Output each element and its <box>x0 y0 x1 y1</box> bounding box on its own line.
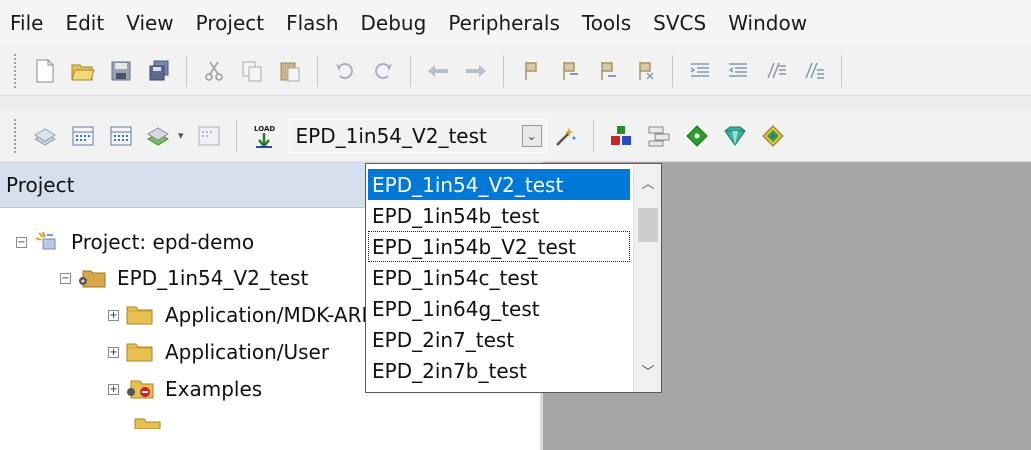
collapse-icon[interactable]: − <box>60 272 71 284</box>
menu-peripherals[interactable]: Peripherals <box>437 11 571 35</box>
target-select[interactable]: EPD_1in54_V2_test ⌄ <box>288 118 547 153</box>
tree-item-project[interactable]: − Project: epd-demo <box>16 225 254 259</box>
tree-item-group[interactable]: + Examples <box>108 372 262 406</box>
menu-tools[interactable]: Tools <box>571 11 642 35</box>
menu-project[interactable]: Project <box>185 11 275 35</box>
batch-build-icon[interactable] <box>146 123 172 149</box>
select-packs-icon[interactable] <box>684 123 710 149</box>
save-all-icon[interactable] <box>146 58 172 84</box>
toolbar-separator <box>503 54 504 87</box>
uncomment-icon[interactable] <box>801 58 827 84</box>
paste-icon[interactable] <box>277 58 303 84</box>
menu-svcs[interactable]: SVCS <box>642 11 717 35</box>
toolbar-grip[interactable] <box>14 118 18 153</box>
pack-installer-icon[interactable] <box>722 123 748 149</box>
expand-icon[interactable]: + <box>108 346 119 358</box>
chevron-down-icon[interactable]: ▾ <box>178 129 184 142</box>
tree-item-partial[interactable] <box>133 412 173 432</box>
menu-bar: File Edit View Project Flash Debug Perip… <box>0 0 1031 46</box>
toolbar-gap <box>0 96 1031 110</box>
cut-icon[interactable] <box>201 58 227 84</box>
project-icon <box>33 229 61 255</box>
excluded-folder-icon <box>125 378 155 400</box>
toolbar-separator <box>672 54 673 87</box>
target-option[interactable]: EPD_2in7_test <box>368 324 630 355</box>
scroll-up-icon[interactable]: ︿ <box>634 170 662 194</box>
target-option[interactable]: EPD_1in64g_test <box>368 293 630 324</box>
manage-components-icon[interactable] <box>608 123 634 149</box>
tree-item-label: Application/User <box>165 340 330 364</box>
bookmark-icon[interactable] <box>518 58 544 84</box>
menu-window[interactable]: Window <box>717 11 818 35</box>
stop-build-icon[interactable] <box>196 123 222 149</box>
target-dropdown-list: EPD_1in54_V2_test EPD_1in54b_test EPD_1i… <box>365 163 662 393</box>
build-toolbar: ▾ LOAD EPD_1in54_V2_test ⌄ <box>0 110 1031 162</box>
toolbar-separator <box>410 54 411 87</box>
tree-item-label: Examples <box>165 377 263 401</box>
target-options-icon[interactable] <box>553 123 579 149</box>
toolbar-separator <box>841 54 842 87</box>
scrollbar-thumb[interactable] <box>638 208 658 242</box>
collapse-icon[interactable]: − <box>16 236 27 248</box>
toolbar-separator <box>592 119 594 152</box>
target-option[interactable]: EPD_1in54b_test <box>368 200 630 231</box>
target-select-value: EPD_1in54_V2_test <box>295 123 487 148</box>
tree-item-label: Project: epd-demo <box>71 230 255 254</box>
svg-text:LOAD: LOAD <box>254 125 275 133</box>
build-icon[interactable] <box>70 123 96 149</box>
redo-icon[interactable] <box>370 58 396 84</box>
menu-flash[interactable]: Flash <box>275 11 349 35</box>
translate-icon[interactable] <box>32 123 58 149</box>
comment-icon[interactable] <box>763 58 789 84</box>
expand-icon[interactable]: + <box>108 383 119 395</box>
target-option[interactable]: EPD_1in54b_V2_test <box>368 231 630 262</box>
indent-icon[interactable] <box>687 58 713 84</box>
scroll-down-icon[interactable]: ﹀ <box>634 358 662 382</box>
save-icon[interactable] <box>108 58 134 84</box>
unindent-icon[interactable] <box>725 58 751 84</box>
tree-item-label: Application/MDK-ARM <box>165 303 379 327</box>
runtime-env-icon[interactable] <box>760 123 786 149</box>
menu-edit[interactable]: Edit <box>54 11 115 35</box>
toolbar-grip[interactable] <box>14 53 18 88</box>
nav-forward-icon[interactable] <box>463 58 489 84</box>
folder-icon <box>125 304 155 326</box>
target-option[interactable]: EPD_1in54_V2_test <box>368 169 630 200</box>
file-toolbar <box>0 46 1031 96</box>
target-option[interactable]: EPD_1in54c_test <box>368 262 630 293</box>
toolbar-separator <box>186 54 187 87</box>
target-folder-icon <box>77 266 107 290</box>
file-extensions-icon[interactable] <box>646 123 672 149</box>
folder-icon <box>125 341 155 363</box>
bookmark-next-icon[interactable] <box>594 58 620 84</box>
menu-debug[interactable]: Debug <box>350 11 438 35</box>
bookmark-clear-icon[interactable] <box>632 58 658 84</box>
toolbar-separator <box>235 119 237 152</box>
undo-icon[interactable] <box>332 58 358 84</box>
nav-back-icon[interactable] <box>425 58 451 84</box>
tree-item-label: EPD_1in54_V2_test <box>117 266 309 290</box>
open-folder-icon[interactable] <box>70 58 96 84</box>
new-file-icon[interactable] <box>32 58 58 84</box>
toolbar-separator <box>317 54 318 87</box>
tree-item-group[interactable]: + Application/MDK-ARM <box>108 298 379 332</box>
target-option[interactable]: EPD_2in7b_test <box>368 355 630 386</box>
menu-view[interactable]: View <box>115 11 184 35</box>
chevron-down-icon[interactable]: ⌄ <box>521 124 542 147</box>
menu-file[interactable]: File <box>0 11 54 35</box>
rebuild-icon[interactable] <box>108 123 134 149</box>
tree-item-group[interactable]: + Application/User <box>108 335 329 369</box>
dropdown-scrollbar[interactable]: ︿ ﹀ <box>633 164 661 392</box>
tree-item-target[interactable]: − EPD_1in54_V2_test <box>60 261 308 295</box>
folder-icon <box>133 415 163 429</box>
load-icon[interactable]: LOAD <box>251 123 277 149</box>
copy-icon[interactable] <box>239 58 265 84</box>
bookmark-prev-icon[interactable] <box>556 58 582 84</box>
expand-icon[interactable]: + <box>108 309 119 321</box>
